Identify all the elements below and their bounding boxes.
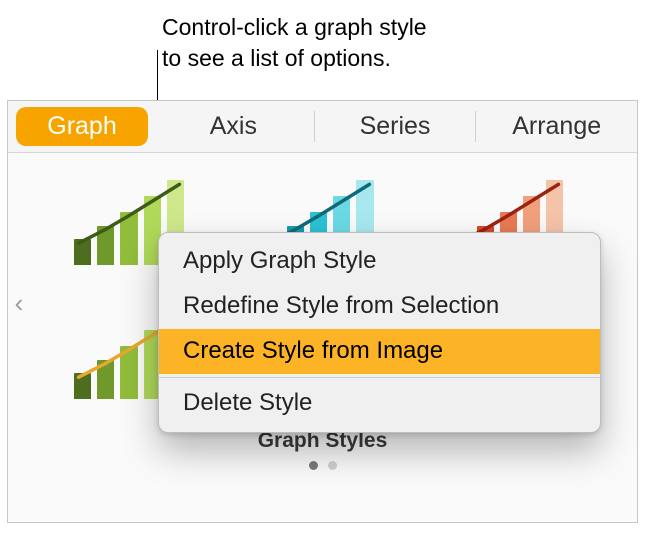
page-dot[interactable] [328,461,337,470]
context-menu: Apply Graph Style Redefine Style from Se… [158,232,601,433]
menu-redefine-style[interactable]: Redefine Style from Selection [159,284,600,329]
chart-bar-icon [97,226,114,265]
callout-line1: Control-click a graph style [162,12,427,43]
callout-line2: to see a list of options. [162,43,427,74]
callout-text: Control-click a graph style to see a lis… [162,12,427,74]
chart-bar-icon [97,360,114,399]
tab-arrange[interactable]: Arrange [476,101,637,152]
page-dot[interactable] [309,461,318,470]
tab-series[interactable]: Series [315,101,476,152]
page-indicator[interactable] [20,461,625,470]
menu-separator [159,377,600,378]
chart-bar-icon [74,373,91,399]
menu-apply-graph-style[interactable]: Apply Graph Style [159,239,600,284]
tab-axis[interactable]: Axis [153,101,314,152]
chart-bar-icon [120,212,137,265]
chevron-left-icon[interactable]: ‹ [8,283,30,323]
chart-bar-icon [74,239,91,265]
menu-create-style-from-image[interactable]: Create Style from Image [159,329,600,374]
tab-graph[interactable]: Graph [16,107,148,146]
inspector-tabbar: Graph Axis Series Arrange [8,101,637,153]
chart-bar-icon [120,346,137,399]
menu-delete-style[interactable]: Delete Style [159,381,600,426]
